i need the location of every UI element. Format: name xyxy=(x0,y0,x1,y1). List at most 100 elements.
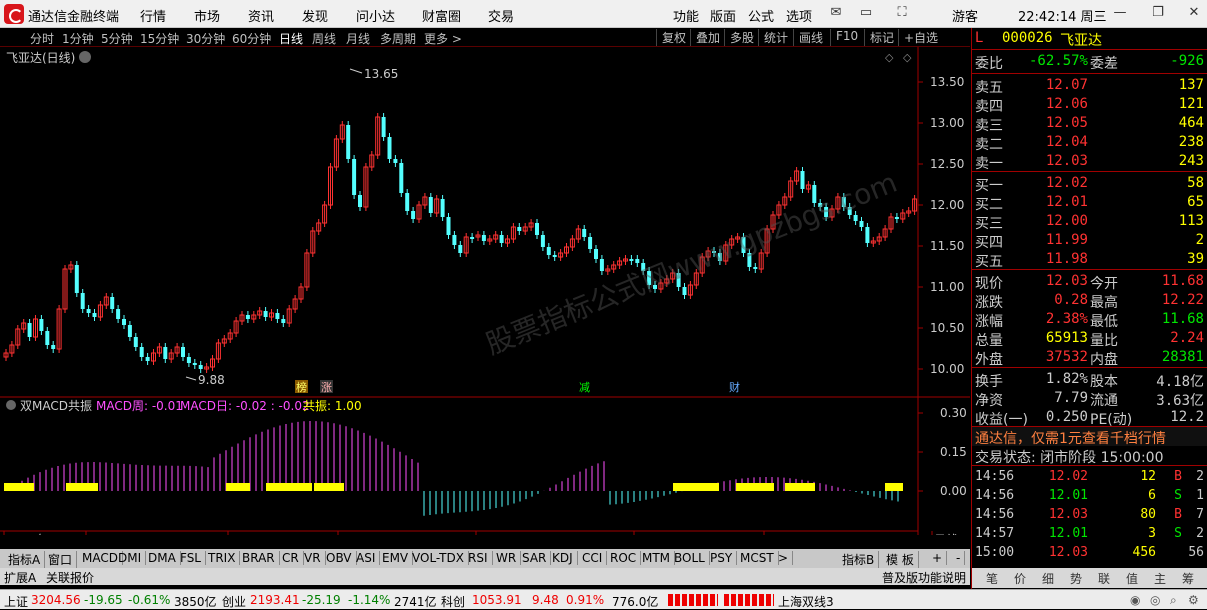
indicator-tab[interactable]: 指标A xyxy=(4,551,46,568)
indicator-options-icon[interactable] xyxy=(6,400,16,410)
ask-level-4[interactable]: 卖四 12.06 121 xyxy=(972,95,1207,115)
chart-collapse-icon[interactable]: ◇ xyxy=(903,51,912,64)
tool-add-favorite[interactable]: +自选 xyxy=(898,29,938,46)
panel-tab[interactable]: 筹 xyxy=(1182,570,1194,587)
settings-icon[interactable]: ⚙ xyxy=(1188,593,1199,607)
indicator-tab[interactable]: TRIX xyxy=(204,551,241,565)
indicator-tab[interactable]: ROC xyxy=(606,551,642,565)
indicator-tab[interactable]: - xyxy=(952,551,966,565)
panel-tab[interactable]: 价 xyxy=(1014,570,1026,587)
menu-ask[interactable]: 问小达 xyxy=(356,6,395,25)
marker-cai[interactable]: 财 xyxy=(729,380,740,394)
period-multi[interactable]: 多周期 xyxy=(380,30,416,47)
period-15min[interactable]: 15分钟 xyxy=(140,30,179,47)
stock-type-badge: L xyxy=(975,30,983,46)
indicator-tab[interactable]: 模 板 xyxy=(882,551,919,568)
bid-level-5[interactable]: 买五 11.98 39 xyxy=(972,250,1207,270)
indicator-tab[interactable]: WR xyxy=(492,551,522,565)
indicator-tab[interactable]: VOL-TDX xyxy=(408,551,469,565)
indicator-tab[interactable]: SAR xyxy=(518,551,552,565)
index-cy-name[interactable]: 创业 xyxy=(222,593,246,610)
indicator-tab[interactable]: KDJ xyxy=(548,551,578,565)
menu-trade[interactable]: 交易 xyxy=(488,6,514,25)
chart-diamond-icon[interactable]: ◇ xyxy=(885,51,894,64)
indicator-tab[interactable]: FSL xyxy=(176,551,206,565)
tool-draw[interactable]: 画线 xyxy=(793,29,823,46)
search-icon[interactable]: ⌕ xyxy=(1170,593,1177,608)
tool-multi-stock[interactable]: 多股 xyxy=(724,29,754,46)
period-5min[interactable]: 5分钟 xyxy=(101,30,133,47)
indicator-tab[interactable]: DMI xyxy=(114,551,147,565)
menu-wealth[interactable]: 财富圈 xyxy=(422,6,461,25)
chart-options-icon[interactable] xyxy=(79,51,91,63)
period-30min[interactable]: 30分钟 xyxy=(186,30,225,47)
menu-news[interactable]: 资讯 xyxy=(248,6,274,25)
bid-level-3[interactable]: 买三 12.00 113 xyxy=(972,212,1207,232)
panel-tab[interactable]: 联 xyxy=(1098,570,1110,587)
period-timeshare[interactable]: 分时 xyxy=(30,30,54,47)
mail-icon[interactable]: ✉ xyxy=(826,5,846,23)
index-kc-name[interactable]: 科创 xyxy=(441,593,465,610)
period-monthly[interactable]: 月线 xyxy=(346,30,370,47)
panel-tab[interactable]: 主 xyxy=(1154,570,1166,587)
edition-help-link[interactable]: 普及版功能说明 xyxy=(882,569,966,586)
panel-tab[interactable]: 值 xyxy=(1126,570,1138,587)
menu-function[interactable]: 功能 xyxy=(673,6,699,25)
period-60min[interactable]: 60分钟 xyxy=(232,30,271,47)
bid-level-2[interactable]: 买二 12.01 65 xyxy=(972,193,1207,213)
window-restore-icon[interactable]: ❐ xyxy=(1148,5,1168,23)
indicator-tab[interactable]: BOLL xyxy=(670,551,710,565)
panel-tab[interactable]: 细 xyxy=(1042,570,1054,587)
indicator-tab[interactable]: RSI xyxy=(464,551,493,565)
indicator-tab[interactable]: > xyxy=(774,551,794,565)
tool-overlay[interactable]: 叠加 xyxy=(690,29,720,46)
period-daily[interactable]: 日线 xyxy=(279,30,303,47)
menu-options[interactable]: 选项 xyxy=(786,6,812,25)
bid-level-1[interactable]: 买一 12.02 58 xyxy=(972,174,1207,194)
indicator-tab[interactable]: PSY xyxy=(706,551,738,565)
indicator-tab[interactable]: MCST xyxy=(736,551,779,565)
tick-row: 15:00 12.03 456 56 xyxy=(975,545,1204,560)
marker-zhang[interactable]: 涨 xyxy=(321,381,332,394)
bid-level-4[interactable]: 买四 11.99 2 xyxy=(972,231,1207,251)
indicator-tab[interactable]: 窗口 xyxy=(44,551,78,568)
marker-bang[interactable]: 榜 xyxy=(296,380,307,394)
panel-tab[interactable]: 笔 xyxy=(986,570,998,587)
window-minimize-icon[interactable]: — xyxy=(1110,5,1130,23)
server-line[interactable]: 上海双线3 xyxy=(778,593,834,610)
minimize-tool-icon[interactable]: ▭ xyxy=(856,5,876,23)
ask-level-1[interactable]: 卖一 12.03 243 xyxy=(972,152,1207,172)
period-1min[interactable]: 1分钟 xyxy=(62,30,94,47)
indicator-tab[interactable]: BRAR xyxy=(238,551,280,565)
period-weekly[interactable]: 周线 xyxy=(312,30,336,47)
kline-chart[interactable]: 飞亚达(日线) ◇ ◇ 13.50 13.00 12.50 12.00 11.50 11.… xyxy=(0,47,970,535)
fullscreen-icon[interactable]: ⛶ xyxy=(892,5,912,23)
indicator-tab[interactable]: 指标B xyxy=(838,551,880,568)
ask-level-3[interactable]: 卖三 12.05 464 xyxy=(972,114,1207,134)
related-quote-tab[interactable]: 关联报价 xyxy=(46,569,94,586)
window-close-icon[interactable]: ✕ xyxy=(1184,5,1204,23)
indicator-tab[interactable]: ASI xyxy=(352,551,381,565)
expand-a-tab[interactable]: 扩展A xyxy=(4,569,36,586)
menu-discover[interactable]: 发现 xyxy=(302,6,328,25)
menu-formula[interactable]: 公式 xyxy=(748,6,774,25)
stock-code: 000026 xyxy=(1002,30,1053,46)
index-sh-name[interactable]: 上证 xyxy=(4,593,28,610)
ask-level-2[interactable]: 卖二 12.04 238 xyxy=(972,133,1207,153)
ask-level-5[interactable]: 卖五 12.07 137 xyxy=(972,76,1207,96)
tool-mark[interactable]: 标记 xyxy=(864,29,894,46)
panel-tab[interactable]: 势 xyxy=(1070,570,1082,587)
period-more[interactable]: 更多 > xyxy=(424,30,462,47)
marker-jian[interactable]: 减 xyxy=(579,381,590,394)
menu-quotes[interactable]: 行情 xyxy=(140,6,166,25)
user-label[interactable]: 游客 xyxy=(952,6,978,25)
menu-layout[interactable]: 版面 xyxy=(710,6,736,25)
tool-stats[interactable]: 统计 xyxy=(758,29,788,46)
promo-banner[interactable]: 通达信，仅需1元查看千档行情 xyxy=(972,427,1207,447)
tool-f10[interactable]: F10 xyxy=(830,29,858,46)
indicator-tab[interactable]: CCI xyxy=(578,551,608,565)
tick-row: 14:56 12.01 6 S 1 xyxy=(975,488,1204,503)
indicator-tab[interactable]: + xyxy=(928,551,948,565)
tool-adjust[interactable]: 复权 xyxy=(656,29,686,46)
menu-market[interactable]: 市场 xyxy=(194,6,220,25)
